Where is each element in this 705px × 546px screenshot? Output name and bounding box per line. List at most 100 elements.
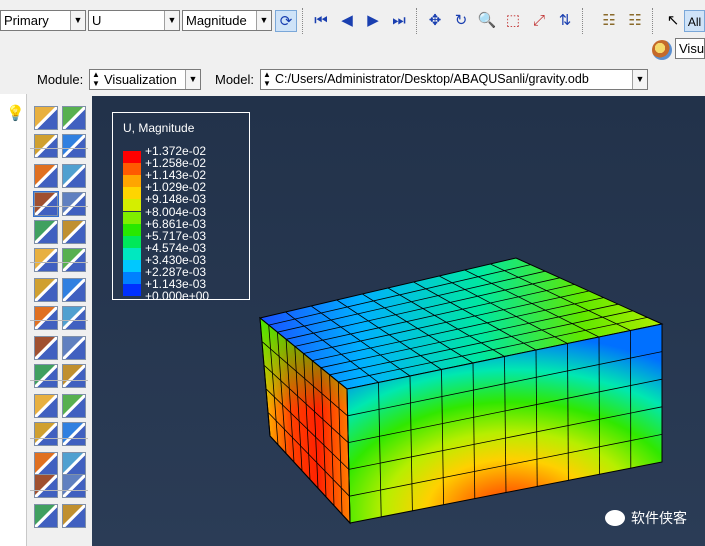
legend-swatch <box>123 235 141 248</box>
invariant-combo-value: Magnitude <box>186 13 247 28</box>
mesh-grid <box>258 257 664 525</box>
animate-icon[interactable] <box>34 278 58 302</box>
model-label: Model: <box>215 72 255 87</box>
model-tree-strip <box>0 94 27 546</box>
visualization-style-combo[interactable]: Visu <box>675 38 705 59</box>
path-icon[interactable] <box>34 452 58 476</box>
toolbar-separator <box>652 8 654 34</box>
select-arrow-icon[interactable]: ↖ <box>662 10 684 32</box>
legend-swatch <box>123 163 141 176</box>
legend-swatch <box>123 223 141 236</box>
pan-icon[interactable]: ✥ <box>424 10 446 32</box>
material-orientation-icon-options[interactable] <box>62 192 86 216</box>
material-orientation-icon[interactable] <box>33 191 59 217</box>
contour-icon-options[interactable] <box>62 134 86 158</box>
xy-plot-icon[interactable] <box>34 422 58 446</box>
section-icon[interactable] <box>34 306 58 330</box>
legend-swatch <box>123 199 141 212</box>
primary-combo[interactable]: Primary ▼ <box>0 10 86 31</box>
variable-combo-value: U <box>92 13 102 28</box>
xy-data-icon-options[interactable] <box>62 394 86 418</box>
query-icon-options[interactable] <box>62 474 86 498</box>
rotate-icon[interactable]: ↻ <box>450 10 472 32</box>
toolbar-separator <box>416 8 418 34</box>
symbol-icon-options[interactable] <box>62 164 86 188</box>
context-bar: Module: ▲ ▼ Visualization ▼ Model: ▲ ▼ C:/… <box>0 66 705 94</box>
module-combo-value: Visualization <box>104 72 177 87</box>
legend-swatch <box>123 151 141 163</box>
chevron-down-icon[interactable]: ▼ <box>632 70 647 89</box>
legend-min-value: +0.000e+00 <box>145 289 210 304</box>
animate-icon-options[interactable] <box>62 278 86 302</box>
variable-combo[interactable]: U ▼ <box>88 10 180 31</box>
toolbar-separator <box>582 8 584 34</box>
xy-plot-icon-options[interactable] <box>62 422 86 446</box>
chevron-down-icon[interactable]: ▼ <box>256 11 271 30</box>
deformed-shape-icon[interactable] <box>34 106 58 130</box>
palette-divider <box>30 490 88 491</box>
tool-palette: 💡 <box>0 94 92 546</box>
legend-swatch <box>123 187 141 200</box>
legend-swatch <box>123 247 141 260</box>
watermark-text: 软件侠客 <box>631 510 687 526</box>
section-icon-options[interactable] <box>62 306 86 330</box>
palette-divider <box>30 380 88 381</box>
ladder-alt-icon[interactable]: ☷ <box>624 10 646 32</box>
palette-divider <box>30 320 88 321</box>
query-icon[interactable] <box>34 474 58 498</box>
spinner-icon[interactable]: ▲ ▼ <box>92 70 100 88</box>
last-frame-icon[interactable]: ⏭ <box>388 10 410 32</box>
probe-icon-options[interactable] <box>62 364 86 388</box>
light-bulb-icon[interactable]: 💡 <box>6 104 25 122</box>
contour-icon[interactable] <box>34 134 58 158</box>
common-options-icon-options[interactable] <box>62 220 86 244</box>
palette-divider <box>30 206 88 207</box>
contour-legend: U, Magnitude +1.372e-02 +1.258e-02 +1.143e… <box>112 112 250 304</box>
secondary-toolbar: Visu <box>0 38 705 66</box>
model-combo[interactable]: ▲ ▼ C:/Users/Administrator/Desktop/ABAQUS… <box>260 69 648 90</box>
probe-icon[interactable] <box>34 364 58 388</box>
spinner-icon[interactable]: ▲ ▼ <box>263 70 271 88</box>
color-palette-icon[interactable] <box>652 40 672 60</box>
superimpose-icon-options[interactable] <box>62 248 86 272</box>
next-frame-icon[interactable]: ▶ <box>362 10 384 32</box>
all-button[interactable]: All <box>684 10 705 32</box>
zoom-icon[interactable]: 🔍 <box>476 10 498 32</box>
palette-divider <box>30 148 88 149</box>
view-cut-icon[interactable] <box>34 336 58 360</box>
palette-icon-grid <box>26 94 92 546</box>
legend-swatch <box>123 272 141 284</box>
chevron-down-icon[interactable]: ▼ <box>185 70 200 89</box>
common-options-icon[interactable] <box>34 220 58 244</box>
module-label: Module: <box>37 72 84 87</box>
module-combo[interactable]: ▲ ▼ Visualization ▼ <box>89 69 201 90</box>
auto-fit-icon[interactable]: ⤢ <box>528 10 550 32</box>
legend-swatch <box>123 259 141 272</box>
field-output-icon[interactable] <box>34 504 58 528</box>
graphics-viewport[interactable]: U, Magnitude +1.372e-02 +1.258e-02 +1.143e… <box>92 96 705 546</box>
legend-swatch <box>123 175 141 188</box>
model-path-value: C:/Users/Administrator/Desktop/ABAQUSanl… <box>275 72 589 86</box>
legend-swatch <box>123 211 141 224</box>
first-frame-icon[interactable]: ⏮ <box>310 10 332 32</box>
invariant-combo[interactable]: Magnitude ▼ <box>182 10 272 31</box>
ladder-icon[interactable]: ☷ <box>598 10 620 32</box>
deformed-shape-icon-options[interactable] <box>62 106 86 130</box>
xy-data-icon[interactable] <box>34 394 58 418</box>
chevron-down-icon[interactable]: ▼ <box>70 11 85 30</box>
legend-title: U, Magnitude <box>123 121 195 135</box>
field-output-icon-options[interactable] <box>62 504 86 528</box>
palette-divider <box>30 438 88 439</box>
previous-frame-icon[interactable]: ◀ <box>336 10 358 32</box>
sync-icon[interactable]: ⟳ <box>275 10 297 32</box>
view-cut-icon-options[interactable] <box>62 336 86 360</box>
watermark: 软件侠客 <box>605 508 687 528</box>
cycle-views-icon[interactable]: ⇅ <box>554 10 576 32</box>
superimpose-icon[interactable] <box>34 248 58 272</box>
box-zoom-icon[interactable]: ⬚ <box>502 10 524 32</box>
top-toolbar: Primary ▼ U ▼ Magnitude ▼ ⟳ ⏮ ◀ ▶ ⏭ ✥ ↻ … <box>0 0 705 42</box>
visualization-style-value: Visu <box>679 41 705 56</box>
path-icon-options[interactable] <box>62 452 86 476</box>
symbol-icon[interactable] <box>34 164 58 188</box>
chevron-down-icon[interactable]: ▼ <box>164 11 179 30</box>
